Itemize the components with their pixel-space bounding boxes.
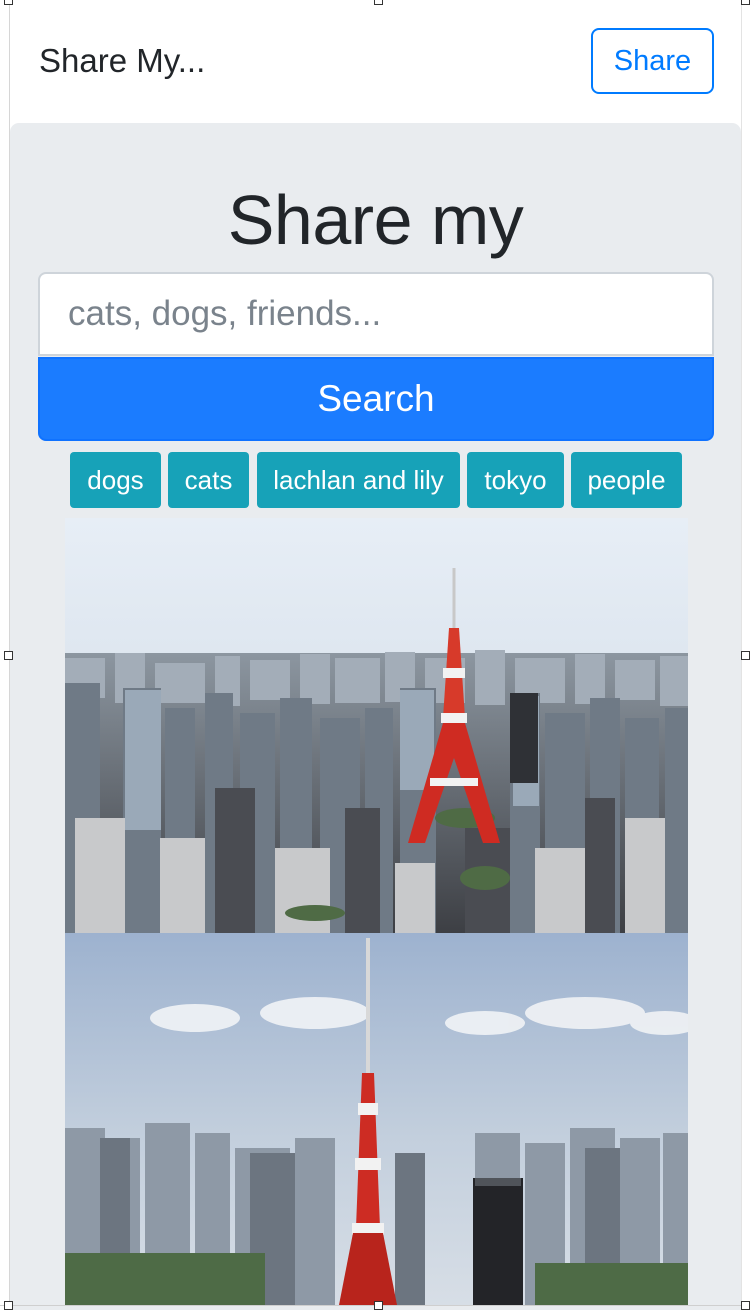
tokyo-skyline-photo[interactable] xyxy=(65,518,688,933)
resize-handle-top-right[interactable] xyxy=(741,0,750,5)
search-button[interactable]: Search xyxy=(38,357,714,441)
page-title: Share my xyxy=(227,181,524,259)
tokyo-tower-image xyxy=(65,933,688,1305)
brand-title[interactable]: Share My... xyxy=(39,40,205,82)
tokyo-tower-photo[interactable] xyxy=(65,933,688,1305)
tokyo-skyline-image xyxy=(65,518,688,933)
tag-dogs-button[interactable]: dogs xyxy=(70,452,161,508)
resize-handle-bottom-center[interactable] xyxy=(374,1301,383,1310)
resize-handle-bottom-left[interactable] xyxy=(4,1301,13,1310)
resize-handle-middle-right[interactable] xyxy=(741,651,750,660)
resize-handle-bottom-right[interactable] xyxy=(741,1301,750,1310)
tag-lachlan-and-lily-button[interactable]: lachlan and lily xyxy=(257,452,460,508)
tag-cats-button[interactable]: cats xyxy=(168,452,249,508)
navbar: Share My... Share xyxy=(10,0,741,122)
search-input[interactable] xyxy=(38,272,714,356)
resize-handle-top-center[interactable] xyxy=(374,0,383,5)
tag-tokyo-button[interactable]: tokyo xyxy=(467,452,564,508)
resize-handle-top-left[interactable] xyxy=(4,0,13,5)
share-button[interactable]: Share xyxy=(591,28,714,94)
resize-handle-middle-left[interactable] xyxy=(4,651,13,660)
tag-people-button[interactable]: people xyxy=(571,452,682,508)
